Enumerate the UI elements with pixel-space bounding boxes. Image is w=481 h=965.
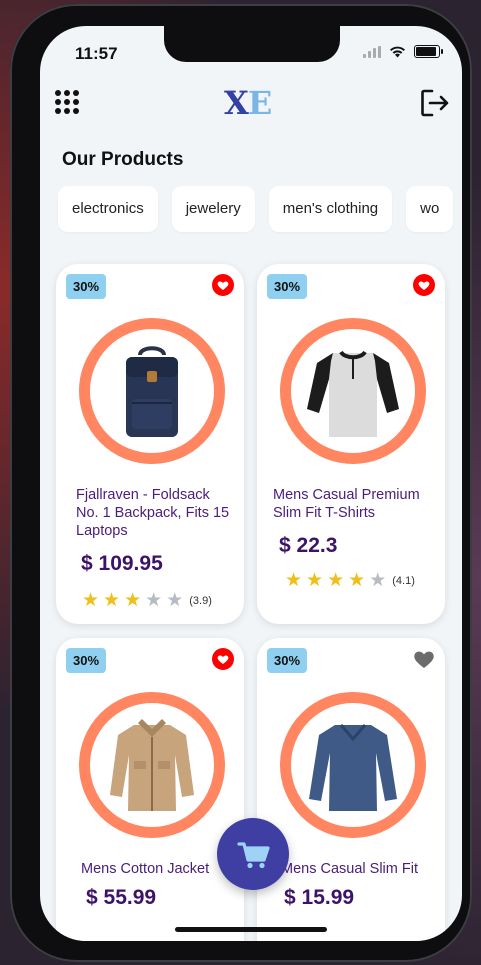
cart-button[interactable] xyxy=(217,818,289,890)
favorite-heart-icon[interactable] xyxy=(212,274,234,296)
favorite-heart-icon[interactable] xyxy=(212,648,234,670)
product-price: $ 55.99 xyxy=(86,886,157,909)
logout-icon[interactable] xyxy=(420,88,450,118)
product-card[interactable]: 30% Mens Casual Slim Fit $ 15.99 xyxy=(257,638,445,941)
app-logo: XE xyxy=(224,84,272,122)
rating-value: (3.9) xyxy=(189,594,212,607)
backpack-image xyxy=(126,346,178,437)
product-name: Fjallraven - Foldsack No. 1 Backpack, Fi… xyxy=(76,487,230,539)
category-chip[interactable]: jewelery xyxy=(171,186,255,232)
star-icon: ★ xyxy=(327,570,345,591)
discount-badge: 30% xyxy=(267,648,308,673)
product-card[interactable]: 30% Fjallraven - Foldsack No. 1 Backpack… xyxy=(56,264,244,624)
grid-menu-icon[interactable] xyxy=(55,90,79,114)
product-image-ring xyxy=(79,692,225,838)
star-icon: ★ xyxy=(306,570,324,591)
long-sleeve-shirt-image xyxy=(309,724,397,811)
discount-badge: 30% xyxy=(66,648,107,673)
product-image-ring xyxy=(280,318,426,464)
product-rating: ★ ★ ★ ★ ★ (4.1) xyxy=(285,571,415,590)
henley-shirt-image xyxy=(307,350,399,437)
notch xyxy=(164,26,340,62)
star-icon: ★ xyxy=(285,570,303,591)
cotton-jacket-image xyxy=(110,719,194,811)
cart-icon xyxy=(237,842,270,869)
star-icon: ★ xyxy=(103,590,121,611)
category-chip[interactable]: men's clothing xyxy=(268,186,393,232)
product-card[interactable]: 30% Mens Casual Premium Slim Fit T-Shirt… xyxy=(257,264,445,624)
product-price: $ 109.95 xyxy=(81,552,163,575)
rating-value: (4.1) xyxy=(392,574,415,587)
app-header: XE xyxy=(40,84,462,130)
app-screen: 11:57 XE Our Products electronics jewele… xyxy=(40,26,462,941)
star-icon: ★ xyxy=(82,590,100,611)
star-icon: ★ xyxy=(166,590,184,611)
favorite-heart-icon[interactable] xyxy=(413,274,435,296)
category-chip[interactable]: electronics xyxy=(58,186,158,232)
star-icon: ★ xyxy=(124,590,142,611)
status-time: 11:57 xyxy=(75,44,118,63)
battery-icon xyxy=(414,45,443,58)
star-icon: ★ xyxy=(348,570,366,591)
product-image-ring xyxy=(79,318,225,464)
star-icon: ★ xyxy=(369,570,387,591)
discount-badge: 30% xyxy=(267,274,308,299)
home-indicator[interactable] xyxy=(175,927,327,932)
category-chip[interactable]: wo xyxy=(406,186,454,232)
star-icon: ★ xyxy=(145,590,163,611)
page-title: Our Products xyxy=(62,149,184,170)
wifi-icon xyxy=(390,46,405,57)
signal-icon xyxy=(363,45,381,58)
discount-badge: 30% xyxy=(66,274,107,299)
product-name: Mens Casual Premium Slim Fit T-Shirts xyxy=(273,487,420,521)
status-icons xyxy=(363,45,443,58)
favorite-heart-icon[interactable] xyxy=(413,648,435,670)
product-price: $ 22.3 xyxy=(279,534,338,557)
phone-frame: 11:57 XE Our Products electronics jewele… xyxy=(10,4,472,962)
product-rating: ★ ★ ★ ★ ★ (3.9) xyxy=(82,591,212,610)
product-price: $ 15.99 xyxy=(284,886,355,909)
product-card[interactable]: 30% Mens Cotton Jacket $ 55.99 xyxy=(56,638,244,941)
product-image-ring xyxy=(280,692,426,838)
product-name: Mens Casual Slim Fit xyxy=(281,861,418,877)
category-chips: electronics jewelery men's clothing wo xyxy=(58,186,454,232)
